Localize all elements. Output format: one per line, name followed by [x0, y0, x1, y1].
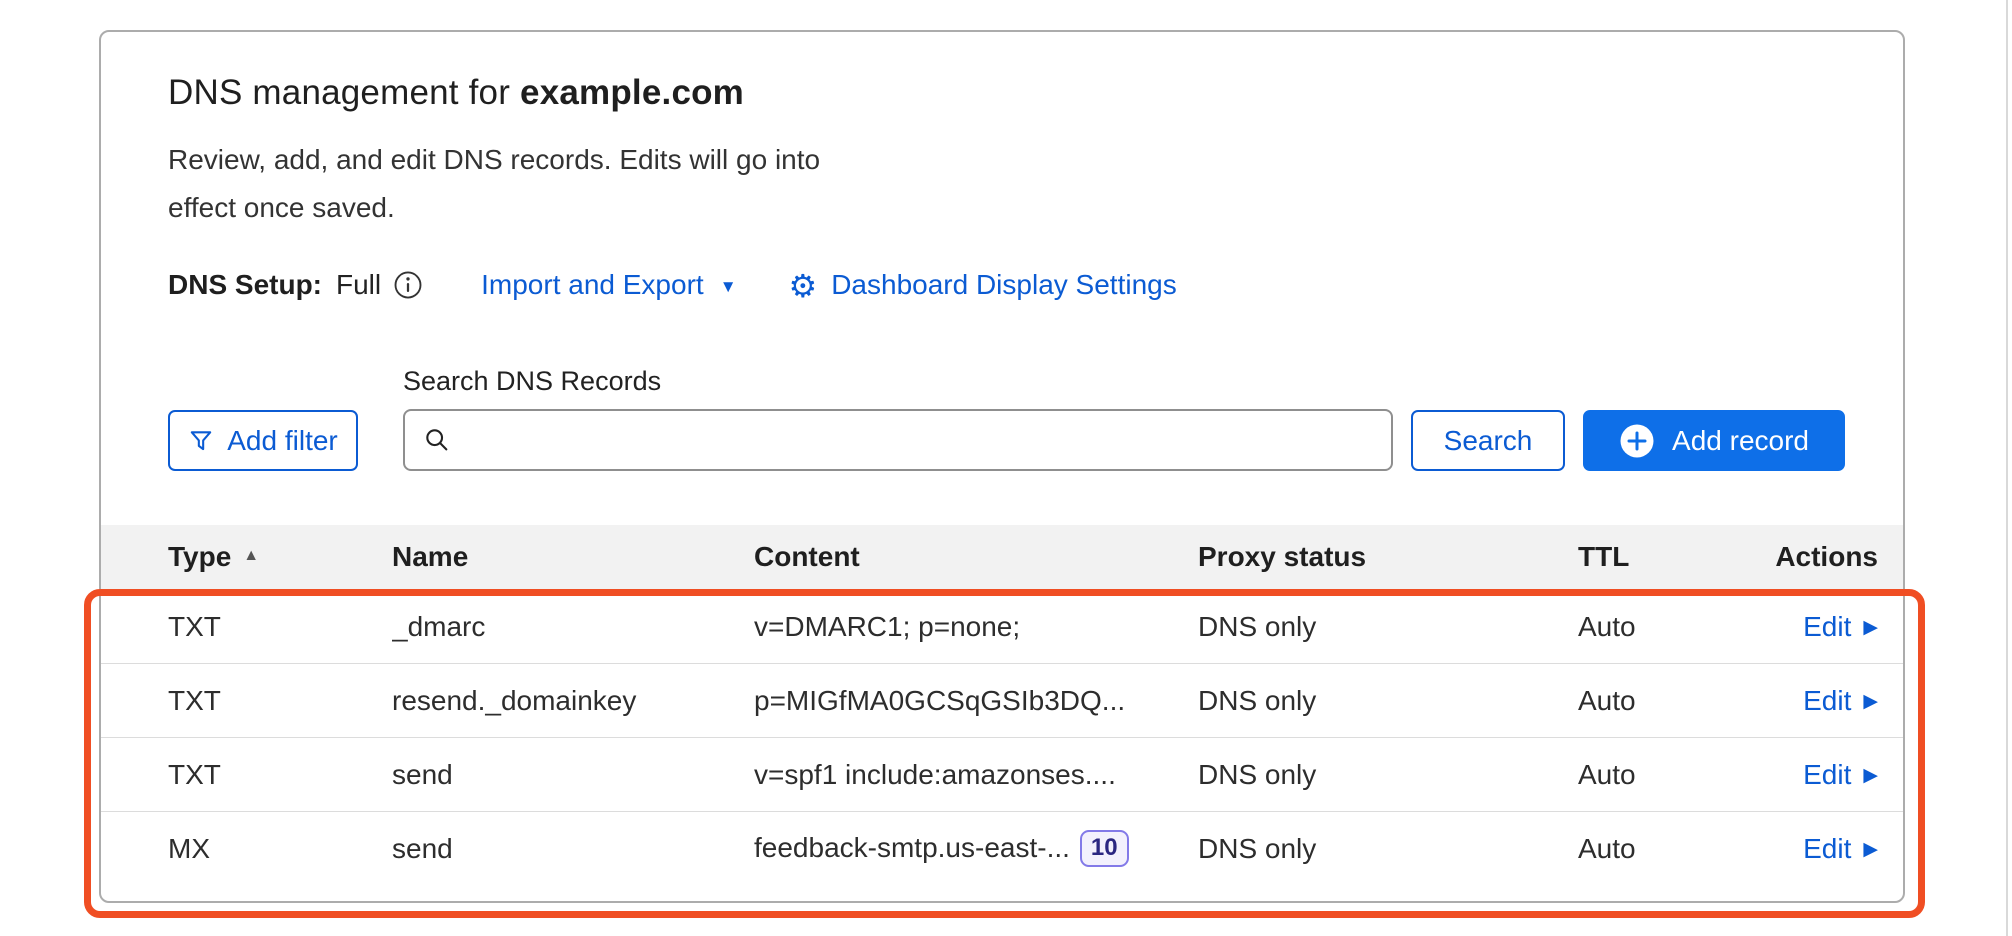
record-type: TXT [168, 685, 392, 717]
table-row-spf: TXT send v=spf1 include:amazonses.... DN… [101, 737, 1903, 811]
edit-record-link[interactable]: Edit ▶ [1803, 611, 1878, 643]
sort-ascending-icon: ▲ [243, 547, 259, 565]
record-content: v=DMARC1; p=none; [754, 611, 1198, 643]
dashboard-display-settings-link[interactable]: ⚙ Dashboard Display Settings [789, 269, 1177, 301]
record-proxy-status: DNS only [1198, 833, 1578, 865]
column-header-ttl: TTL [1578, 541, 1766, 573]
import-export-dropdown[interactable]: Import and Export ▼ [481, 269, 736, 301]
chevron-right-icon: ▶ [1863, 838, 1878, 861]
page-subtitle: Review, add, and edit DNS records. Edits… [168, 136, 833, 232]
search-input[interactable] [465, 424, 1373, 457]
search-field-group: Search DNS Records [403, 366, 1393, 471]
column-header-name: Name [392, 541, 754, 573]
chevron-right-icon: ▶ [1863, 764, 1878, 787]
add-filter-label: Add filter [227, 425, 338, 457]
dashboard-display-settings-label: Dashboard Display Settings [831, 269, 1177, 301]
page-title: DNS management for example.com [168, 72, 1903, 114]
search-label: Search DNS Records [403, 366, 1393, 397]
search-button[interactable]: Search [1411, 410, 1565, 471]
column-header-type[interactable]: Type ▲ [168, 541, 392, 573]
record-content: feedback-smtp.us-east-... [754, 832, 1070, 864]
table-row-mx: MX send feedback-smtp.us-east-... 10 DNS… [101, 811, 1903, 885]
record-name: send [392, 759, 754, 791]
chevron-right-icon: ▶ [1863, 690, 1878, 713]
record-name: _dmarc [392, 611, 754, 643]
search-input-box [403, 409, 1393, 471]
record-ttl: Auto [1578, 611, 1766, 643]
page-edge-divider [2006, 0, 2008, 936]
dns-setup-label: DNS Setup: [168, 269, 322, 301]
record-ttl: Auto [1578, 685, 1766, 717]
record-name: send [392, 833, 754, 865]
plus-icon [1619, 423, 1655, 459]
record-actions: Edit ▶ [1766, 611, 1878, 643]
record-ttl: Auto [1578, 759, 1766, 791]
table-row-dmarc: TXT _dmarc v=DMARC1; p=none; DNS only Au… [101, 589, 1903, 663]
column-header-actions: Actions [1766, 541, 1878, 573]
search-icon [423, 426, 451, 454]
edit-label: Edit [1803, 759, 1851, 791]
add-filter-button[interactable]: Add filter [168, 410, 358, 471]
dns-records-table: Type ▲ Name Content Proxy status TTL Act… [101, 525, 1903, 885]
edit-record-link[interactable]: Edit ▶ [1803, 833, 1878, 865]
info-icon[interactable] [393, 270, 423, 300]
column-header-proxy-status: Proxy status [1198, 541, 1578, 573]
column-header-content: Content [754, 541, 1198, 573]
domain-name: example.com [520, 73, 744, 112]
chevron-down-icon: ▼ [720, 277, 737, 297]
record-actions: Edit ▶ [1766, 759, 1878, 791]
dns-setup-value: Full [336, 269, 381, 301]
filter-icon [188, 428, 214, 454]
record-type: MX [168, 833, 392, 865]
table-header-row: Type ▲ Name Content Proxy status TTL Act… [101, 525, 1903, 589]
edit-label: Edit [1803, 611, 1851, 643]
edit-record-link[interactable]: Edit ▶ [1803, 759, 1878, 791]
records-toolbar: Add filter Search DNS Records Search [168, 366, 1903, 471]
record-proxy-status: DNS only [1198, 685, 1578, 717]
record-proxy-status: DNS only [1198, 611, 1578, 643]
record-type: TXT [168, 611, 392, 643]
record-type: TXT [168, 759, 392, 791]
edit-record-link[interactable]: Edit ▶ [1803, 685, 1878, 717]
add-record-label: Add record [1672, 425, 1809, 457]
record-ttl: Auto [1578, 833, 1766, 865]
edit-label: Edit [1803, 833, 1851, 865]
record-actions: Edit ▶ [1766, 833, 1878, 865]
mx-priority-badge: 10 [1080, 830, 1129, 867]
record-name: resend._domainkey [392, 685, 754, 717]
record-content: p=MIGfMA0GCSqGSIb3DQ... [754, 685, 1198, 717]
gear-icon: ⚙ [789, 270, 818, 302]
import-export-label: Import and Export [481, 269, 704, 301]
add-record-button[interactable]: Add record [1583, 410, 1845, 471]
record-actions: Edit ▶ [1766, 685, 1878, 717]
table-row-domainkey: TXT resend._domainkey p=MIGfMA0GCSqGSIb3… [101, 663, 1903, 737]
record-content-cell: feedback-smtp.us-east-... 10 [754, 830, 1198, 867]
record-content: v=spf1 include:amazonses.... [754, 759, 1198, 791]
page-title-prefix: DNS management for [168, 73, 510, 112]
column-header-type-label: Type [168, 541, 231, 573]
chevron-right-icon: ▶ [1863, 616, 1878, 639]
record-proxy-status: DNS only [1198, 759, 1578, 791]
dns-management-card: DNS management for example.com Review, a… [99, 30, 1905, 903]
dns-setup-row: DNS Setup: Full Import and Export ▼ ⚙ Da… [168, 266, 1903, 304]
edit-label: Edit [1803, 685, 1851, 717]
